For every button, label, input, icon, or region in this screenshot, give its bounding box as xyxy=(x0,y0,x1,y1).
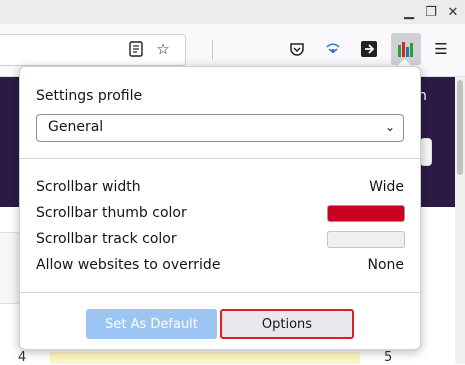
hotspot-icon[interactable] xyxy=(320,36,346,62)
pocket-icon[interactable] xyxy=(284,36,310,62)
url-bar[interactable]: ☆ xyxy=(0,34,186,66)
hamburger-menu-icon[interactable]: ☰ xyxy=(428,36,454,62)
list-number-left: 4 xyxy=(18,350,27,365)
reader-view-icon[interactable] xyxy=(123,36,149,62)
scrollbar-width-value[interactable]: Wide xyxy=(369,179,404,195)
scrollbar-width-label: Scrollbar width xyxy=(36,179,141,195)
set-as-default-button[interactable]: Set As Default xyxy=(86,309,217,339)
thumb-color-swatch[interactable] xyxy=(327,205,405,222)
track-color-swatch[interactable] xyxy=(327,231,405,248)
restore-icon[interactable]: ❐ xyxy=(422,3,440,21)
page-card-right xyxy=(420,138,432,166)
settings-profile-label: Settings profile xyxy=(36,88,143,104)
page-highlight-row xyxy=(50,352,360,364)
extension-popup: Settings profile General ⌄ Scrollbar wid… xyxy=(19,66,421,350)
minimize-icon[interactable]: ▁ xyxy=(400,3,418,21)
chevron-down-icon: ⌄ xyxy=(384,120,395,134)
close-icon[interactable]: ✕ xyxy=(444,3,462,21)
list-number-right: 5 xyxy=(384,350,393,365)
options-button[interactable]: Options xyxy=(220,309,354,339)
allow-override-label: Allow websites to override xyxy=(36,257,221,273)
window-titlebar: ▁ ❐ ✕ xyxy=(0,0,465,24)
divider xyxy=(20,158,420,159)
bookmark-star-icon[interactable]: ☆ xyxy=(150,36,176,62)
divider xyxy=(20,292,420,293)
track-color-label: Scrollbar track color xyxy=(36,231,177,247)
forward-arrow-icon[interactable] xyxy=(356,36,382,62)
profile-select[interactable]: General ⌄ xyxy=(36,114,404,142)
page-scrollbar-thumb[interactable] xyxy=(457,80,463,175)
profile-select-value: General xyxy=(48,119,104,135)
thumb-color-label: Scrollbar thumb color xyxy=(36,205,187,221)
allow-override-value[interactable]: None xyxy=(367,257,404,273)
toolbar-divider xyxy=(212,40,213,60)
